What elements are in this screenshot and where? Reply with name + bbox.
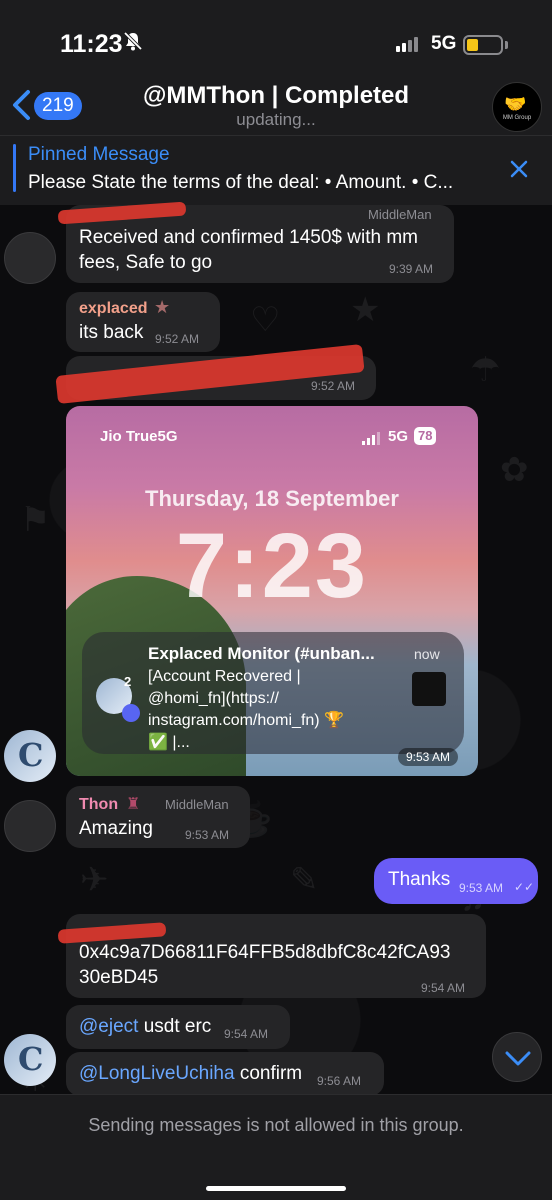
notification-line: @homi_fn](https:// bbox=[148, 690, 279, 707]
pinned-title: Pinned Message bbox=[28, 144, 170, 165]
message-bubble[interactable]: @eject usdt erc 9:54 AM bbox=[66, 1005, 290, 1049]
chat-header: 219 @MMThon | Completed updating... 🤝 MM… bbox=[0, 80, 552, 135]
mention-link[interactable]: @LongLiveUchiha bbox=[79, 1063, 235, 1084]
notification-count: 2 bbox=[124, 674, 132, 689]
home-indicator[interactable] bbox=[206, 1186, 346, 1191]
star-icon: ★ bbox=[154, 297, 171, 317]
notification-body: [Account Recovered | @homi_fn](https:// … bbox=[148, 666, 392, 754]
avatar[interactable]: C bbox=[4, 730, 56, 782]
chat-title[interactable]: @MMThon | Completed bbox=[0, 82, 552, 110]
image-signal-icon bbox=[362, 432, 380, 445]
message-text: fees, Safe to go bbox=[79, 252, 213, 273]
notification-line: ✅ |... bbox=[148, 734, 190, 751]
message-time: 9:56 AM bbox=[317, 1074, 362, 1088]
sender-role: MiddleMan bbox=[368, 207, 432, 222]
scroll-down-button[interactable] bbox=[492, 1032, 542, 1082]
silent-bell-icon bbox=[122, 30, 144, 58]
avatar[interactable] bbox=[4, 800, 56, 852]
group-avatar-label: MM Group bbox=[502, 115, 532, 121]
message-bubble[interactable]: Thon ♜ MiddleMan Amazing 9:53 AM bbox=[66, 786, 250, 848]
battery-tip bbox=[505, 41, 508, 49]
composer-disabled-bar: Sending messages is not allowed in this … bbox=[0, 1094, 552, 1200]
avatar[interactable]: C bbox=[4, 1034, 56, 1086]
avatar[interactable] bbox=[4, 232, 56, 284]
notification-title: Explaced Monitor (#unban... bbox=[148, 644, 375, 663]
sending-disabled-notice: Sending messages is not allowed in this … bbox=[88, 1115, 464, 1135]
notification-thumbnail bbox=[412, 672, 446, 706]
network-label: 5G bbox=[431, 33, 457, 54]
image-battery-badge: 78 bbox=[414, 427, 437, 445]
discord-icon bbox=[122, 704, 140, 722]
badge-icon: ♜ bbox=[126, 796, 141, 813]
pinned-message-bar[interactable]: Pinned Message Please State the terms of… bbox=[0, 135, 552, 205]
message-text: @LongLiveUchiha confirm bbox=[79, 1061, 302, 1086]
image-network-label: 5G bbox=[388, 428, 409, 445]
message-text: Amazing bbox=[79, 818, 153, 839]
message-time: 9:54 AM bbox=[421, 981, 466, 995]
message-text: @eject usdt erc bbox=[79, 1014, 211, 1039]
message-text: Thanks bbox=[388, 869, 451, 890]
message-text: Received and confirmed 1450$ with mm bbox=[79, 227, 419, 248]
message-time: 9:39 AM bbox=[389, 262, 434, 276]
image-carrier-label: Jio True5G bbox=[100, 428, 178, 445]
message-text-body: confirm bbox=[234, 1063, 303, 1084]
outgoing-message-bubble[interactable]: Thanks 9:53 AM ✓✓ bbox=[374, 858, 538, 904]
image-date: Thursday, 18 September bbox=[145, 486, 399, 511]
chevron-down-icon bbox=[505, 1051, 531, 1066]
status-bar: 11:23 5G bbox=[0, 0, 552, 80]
status-time: 11:23 bbox=[60, 30, 123, 58]
message-text: 30eBD45 bbox=[79, 967, 159, 988]
message-time: 9:52 AM bbox=[311, 379, 356, 393]
mention-link[interactable]: @eject bbox=[79, 1016, 138, 1037]
notification-line: [Account Recovered | bbox=[148, 668, 301, 685]
message-time: 9:52 AM bbox=[155, 332, 200, 346]
sender-role: MiddleMan bbox=[165, 797, 229, 812]
close-pinned-icon[interactable] bbox=[508, 158, 530, 180]
message-time: 9:53 AM bbox=[459, 881, 504, 895]
pinned-indicator bbox=[13, 144, 16, 192]
image-notification: 2 Explaced Monitor (#unban... now [Accou… bbox=[82, 632, 464, 754]
image-message-time: 9:53 AM bbox=[398, 748, 459, 766]
message-bubble[interactable]: explaced ★ its back 9:52 AM bbox=[66, 292, 220, 352]
group-avatar[interactable]: 🤝 MM Group bbox=[492, 82, 542, 132]
pinned-text: Please State the terms of the deal: • Am… bbox=[28, 172, 454, 193]
handshake-icon: 🤝 bbox=[504, 94, 527, 114]
message-text-body: usdt erc bbox=[138, 1016, 212, 1037]
lockscreen-screenshot-image[interactable]: Jio True5G 5G 78 Thursday, 18 September … bbox=[66, 406, 478, 776]
chat-status: updating... bbox=[236, 110, 316, 129]
battery-icon bbox=[463, 35, 503, 55]
message-text: 0x4c9a7D66811F64FFB5d8dbfC8c42fCA93 bbox=[79, 942, 451, 963]
sender-name[interactable]: Thon bbox=[79, 796, 118, 814]
message-time: 9:53 AM bbox=[185, 828, 230, 842]
read-check-icon: ✓✓ bbox=[514, 880, 535, 894]
message-bubble[interactable]: @LongLiveUchiha confirm 9:56 AM bbox=[66, 1052, 384, 1096]
notification-time: now bbox=[414, 646, 440, 662]
signal-icon bbox=[396, 37, 418, 52]
notification-line: instagram.com/homi_fn) 🏆 bbox=[148, 712, 344, 729]
message-time: 9:54 AM bbox=[224, 1027, 269, 1041]
image-clock: 7:23 bbox=[175, 515, 369, 617]
sender-name[interactable]: explaced bbox=[79, 300, 147, 318]
message-text: its back bbox=[79, 322, 144, 343]
